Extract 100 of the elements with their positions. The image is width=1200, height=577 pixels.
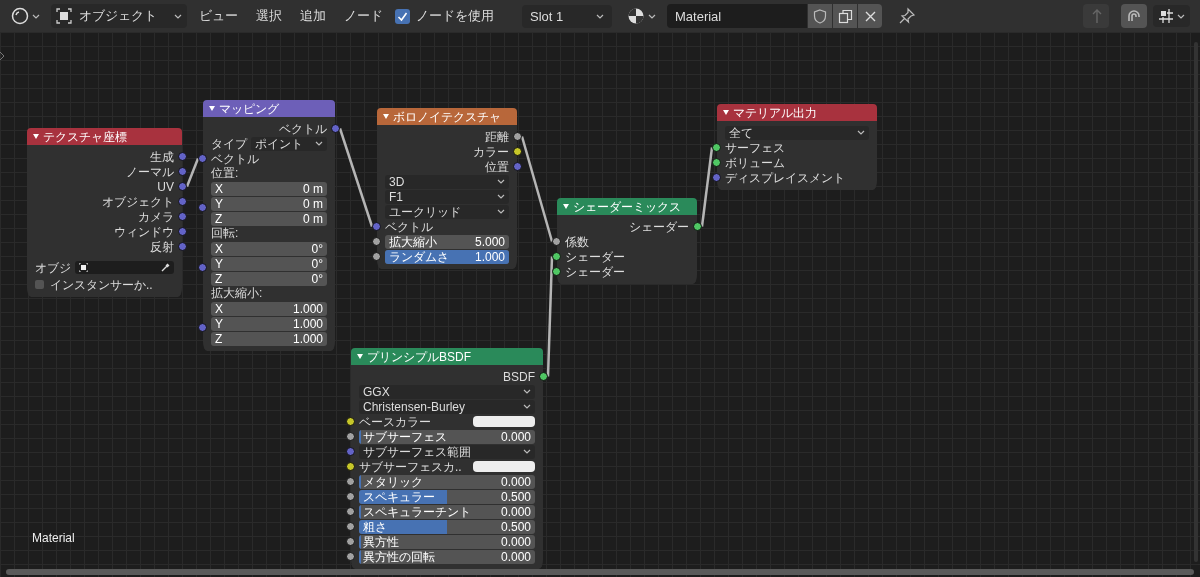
mode-dropdown[interactable]: オブジェクト: [51, 4, 187, 28]
node-header[interactable]: プリンシプルBSDF: [351, 348, 543, 365]
fake-user-button[interactable]: [808, 4, 832, 28]
socket-dot[interactable]: [539, 372, 548, 381]
menu-item[interactable]: 選択: [250, 4, 288, 28]
number-field[interactable]: Y 0 m: [211, 197, 327, 211]
slider-field[interactable]: スペキュラーチント 0.000: [359, 504, 535, 519]
shader-node[interactable]: マッピング ベクトル タイプ ポイント ベクトル 位置: X 0 m Y 0 m Z 0 m 回転: X 0° Y 0° Z 0° 拡大縮小: X 1.000 Y 1.000 Z 1.000: [198, 100, 340, 351]
socket-dot[interactable]: [346, 417, 355, 426]
collapse-icon[interactable]: [563, 204, 569, 209]
dropdown[interactable]: 3D: [385, 174, 509, 189]
socket-dot[interactable]: [346, 537, 355, 546]
socket-dot[interactable]: [372, 237, 381, 246]
slider-field[interactable]: ランダムさ 1.000: [385, 249, 509, 264]
snap-toggle[interactable]: [1121, 4, 1147, 28]
socket-dot[interactable]: [346, 522, 355, 531]
number-field[interactable]: Z 0°: [211, 272, 327, 286]
color-swatch[interactable]: [473, 416, 535, 427]
socket-dot[interactable]: [552, 267, 561, 276]
socket-dot[interactable]: [331, 124, 340, 133]
node-header[interactable]: ボロノイテクスチャ: [377, 108, 517, 125]
collapse-icon[interactable]: [209, 106, 215, 111]
socket-dot[interactable]: [198, 323, 207, 332]
number-field[interactable]: Y 1.000: [211, 317, 327, 331]
number-field[interactable]: Y 0°: [211, 257, 327, 271]
parent-node-button[interactable]: [1083, 4, 1109, 28]
node-header[interactable]: テクスチャ座標: [27, 128, 182, 145]
collapse-icon[interactable]: [357, 354, 363, 359]
socket-dot[interactable]: [372, 222, 381, 231]
number-field[interactable]: X 0°: [211, 242, 327, 256]
slot-dropdown[interactable]: Slot 1: [522, 4, 612, 28]
socket-dot[interactable]: [178, 182, 187, 191]
number-field[interactable]: X 0 m: [211, 182, 327, 196]
socket-dot[interactable]: [552, 237, 561, 246]
node-header[interactable]: マテリアル出力: [717, 104, 877, 121]
socket-dot[interactable]: [693, 222, 702, 231]
socket-dot[interactable]: [346, 462, 355, 471]
number-field[interactable]: X 1.000: [211, 302, 327, 316]
shader-node[interactable]: プリンシプルBSDF BSDF GGX Christensen-Burley ベースカラー サブサーフェス 0.000 サブサーフェス範囲 サブサーフェスカ.. メタリック 0.000 スペキュラー 0.500 スペキュラーチント 0.000 粗さ 0.500 異方性 0.000 異方性の回転 0.000: [346, 348, 548, 569]
pin-icon[interactable]: [898, 7, 916, 25]
slider-field[interactable]: メタリック 0.000: [359, 474, 535, 489]
socket-dot[interactable]: [513, 147, 522, 156]
snap-options-dropdown[interactable]: [1153, 5, 1190, 27]
socket-dot[interactable]: [178, 227, 187, 236]
menu-item[interactable]: ビュー: [193, 4, 244, 28]
socket-dot[interactable]: [346, 477, 355, 486]
eyedropper-icon[interactable]: [161, 263, 170, 272]
socket-dot[interactable]: [178, 197, 187, 206]
collapse-icon[interactable]: [33, 134, 39, 139]
checkbox[interactable]: [35, 280, 44, 289]
material-name-field[interactable]: Material: [667, 4, 807, 28]
slider-field[interactable]: スペキュラー 0.500: [359, 489, 535, 504]
number-field[interactable]: Z 0 m: [211, 212, 327, 226]
socket-dot[interactable]: [346, 492, 355, 501]
menu-item[interactable]: 追加: [294, 4, 332, 28]
menu-item[interactable]: ノード: [338, 4, 389, 28]
slider-field[interactable]: 粗さ 0.500: [359, 519, 535, 534]
socket-dot[interactable]: [372, 252, 381, 261]
color-swatch[interactable]: [473, 461, 535, 472]
socket-dot[interactable]: [346, 552, 355, 561]
number-field[interactable]: 拡大縮小 5.000: [385, 234, 509, 249]
socket-dot[interactable]: [198, 154, 207, 163]
dropdown[interactable]: サブサーフェス範囲: [359, 444, 535, 459]
collapse-icon[interactable]: [383, 114, 389, 119]
collapse-icon[interactable]: [723, 110, 729, 115]
duplicate-button[interactable]: [833, 4, 857, 28]
socket-dot[interactable]: [198, 263, 207, 272]
dropdown[interactable]: Christensen-Burley: [359, 399, 535, 414]
socket-dot[interactable]: [178, 212, 187, 221]
socket-dot[interactable]: [712, 173, 721, 182]
socket-dot[interactable]: [178, 152, 187, 161]
socket-dot[interactable]: [346, 447, 355, 456]
socket-dot[interactable]: [346, 432, 355, 441]
sidebar-toggle-icon[interactable]: [0, 52, 5, 60]
object-field[interactable]: [75, 261, 174, 274]
socket-dot[interactable]: [178, 242, 187, 251]
dropdown[interactable]: GGX: [359, 384, 535, 399]
number-field[interactable]: Z 1.000: [211, 332, 327, 346]
socket-dot[interactable]: [513, 162, 522, 171]
socket-dot[interactable]: [552, 252, 561, 261]
shader-node[interactable]: ボロノイテクスチャ 距離 カラー 位置 3D F1 ユークリッド ベクトル 拡大縮小 5.000 ランダムさ 1.000: [372, 108, 522, 269]
slider-field[interactable]: 異方性の回転 0.000: [359, 549, 535, 564]
dropdown[interactable]: F1: [385, 189, 509, 204]
socket-dot[interactable]: [178, 167, 187, 176]
shader-node[interactable]: シェーダーミックス シェーダー 係数 シェーダー シェーダー: [552, 198, 702, 284]
socket-dot[interactable]: [346, 507, 355, 516]
checkbox[interactable]: [395, 8, 410, 24]
dropdown[interactable]: ユークリッド: [385, 204, 509, 219]
socket-dot[interactable]: [712, 143, 721, 152]
socket-dot[interactable]: [513, 132, 522, 141]
slider-field[interactable]: 異方性 0.000: [359, 534, 535, 549]
dropdown[interactable]: ポイント: [251, 136, 327, 151]
dropdown[interactable]: 全て: [725, 125, 869, 140]
socket-dot[interactable]: [712, 158, 721, 167]
socket-dot[interactable]: [198, 203, 207, 212]
node-header[interactable]: マッピング: [203, 100, 335, 117]
scrollbar[interactable]: [6, 569, 1194, 575]
close-button[interactable]: [858, 4, 882, 28]
node-header[interactable]: シェーダーミックス: [557, 198, 697, 215]
slider-field[interactable]: サブサーフェス 0.000: [359, 429, 535, 444]
